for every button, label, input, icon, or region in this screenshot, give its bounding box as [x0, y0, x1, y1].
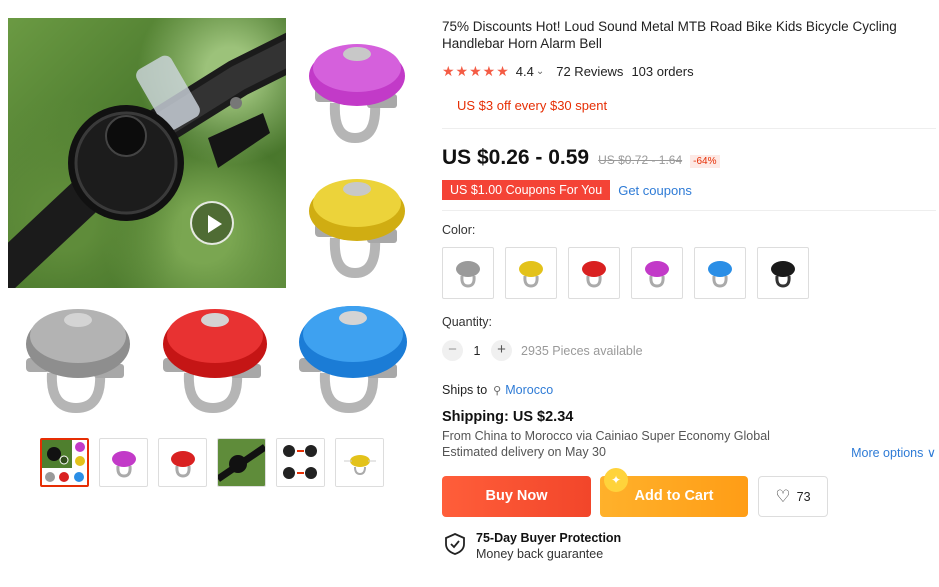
rating-value[interactable]: 4.4 [516, 64, 534, 79]
thumbnail-collage[interactable] [40, 438, 89, 487]
bell-purple-icon [645, 261, 669, 288]
quantity-increase-button[interactable]: + [491, 340, 512, 361]
thumb-red-icon [171, 451, 195, 478]
color-option-silver[interactable] [442, 247, 494, 299]
thumb-collage-icon [42, 440, 87, 485]
color-option-purple[interactable] [631, 247, 683, 299]
bell-blue-icon [299, 306, 407, 414]
thumb-gold-icon [336, 439, 383, 486]
reviews-link[interactable]: 72 Reviews [556, 64, 623, 79]
color-option-red[interactable] [568, 247, 620, 299]
quantity-stepper: − 1 + 2935 Pieces available [442, 340, 936, 361]
action-buttons: Buy Now ✦ Add to Cart ♡ 73 [442, 468, 936, 517]
quantity-label: Quantity: [442, 315, 493, 329]
store-promo[interactable]: US $3 off every $30 spent [457, 98, 936, 114]
color-label: Color: [442, 223, 476, 237]
divider [442, 128, 936, 129]
bell-gold-icon [309, 179, 405, 279]
product-title: 75% Discounts Hot! Loud Sound Metal MTB … [442, 19, 897, 51]
bell-gold-icon [519, 261, 543, 288]
color-swatches [442, 247, 936, 299]
coupon-row: US $1.00 Coupons For You Get coupons [442, 180, 936, 200]
ships-to-label: Ships to [442, 383, 488, 397]
gallery-bell-purple[interactable] [295, 28, 415, 148]
play-video-button[interactable] [190, 201, 234, 245]
bell-red-icon [582, 261, 606, 288]
rating-stars-icon: ★★★★★ [442, 62, 510, 79]
ships-to-row: Ships to ⚲ Morocco [442, 383, 936, 397]
thumbnail-purple[interactable] [99, 438, 148, 487]
coupon-tag[interactable]: US $1.00 Coupons For You [442, 180, 611, 200]
add-to-cart-label: Add to Cart [634, 488, 714, 504]
bell-purple-icon [309, 44, 405, 144]
color-option-blue[interactable] [694, 247, 746, 299]
coin-icon: ✦ [604, 468, 628, 492]
chevron-down-icon[interactable]: ⌄ [536, 66, 544, 77]
thumb-purple-icon [112, 451, 136, 478]
bell-red-icon [163, 309, 267, 414]
color-option-gold[interactable] [505, 247, 557, 299]
color-option-black[interactable] [757, 247, 809, 299]
location-pin-icon: ⚲ [493, 384, 502, 397]
shield-check-icon [445, 533, 465, 555]
gallery-bell-blue[interactable] [291, 298, 411, 418]
heart-icon: ♡ [775, 486, 791, 506]
thumbnail-lifestyle[interactable] [217, 438, 266, 487]
rating-row: ★★★★★ 4.4 ⌄ 72 Reviews 103 orders [442, 63, 936, 79]
gallery-bell-silver[interactable] [18, 298, 138, 418]
bell-blue-icon [708, 261, 732, 288]
shipping-cost: Shipping: US $2.34 [442, 409, 574, 425]
price-row: US $0.26 - 0.59 US $0.72 - 1.64 -64% [442, 146, 936, 170]
thumb-instructions-icon [277, 439, 324, 486]
quantity-input[interactable]: 1 [463, 344, 491, 358]
bell-silver-icon [26, 309, 130, 414]
discount-badge: -64% [690, 155, 720, 168]
current-price: US $0.26 - 0.59 [442, 146, 590, 169]
thumbnail-instructions[interactable] [276, 438, 325, 487]
protection-subtitle: Money back guarantee [476, 547, 604, 561]
more-shipping-options-link[interactable]: More options ∨ [851, 445, 936, 460]
bell-silver-icon [456, 261, 480, 288]
orders-count: 103 orders [631, 63, 694, 79]
buyer-protection: 75-Day Buyer Protection Money back guara… [442, 531, 936, 561]
thumbnail-gold-diagram[interactable] [335, 438, 384, 487]
gallery-bell-red[interactable] [155, 298, 275, 418]
thumb-lifestyle-icon [218, 439, 265, 486]
main-product-image[interactable] [8, 18, 286, 288]
bell-black-icon [771, 261, 795, 288]
original-price: US $0.72 - 1.64 [598, 153, 683, 167]
delivery-row: Estimated delivery on May 30 More option… [442, 445, 936, 460]
divider [442, 210, 936, 211]
bike-handlebar-illustration [8, 32, 286, 288]
gallery-bell-gold[interactable] [295, 163, 415, 283]
protection-title: 75-Day Buyer Protection [476, 531, 622, 545]
product-info: 75% Discounts Hot! Loud Sound Metal MTB … [442, 18, 936, 561]
wishlist-count: 73 [796, 489, 811, 504]
ship-country-selector[interactable]: Morocco [505, 383, 553, 397]
wishlist-button[interactable]: ♡ 73 [758, 476, 828, 517]
get-coupons-link[interactable]: Get coupons [618, 183, 692, 198]
quantity-decrease-button[interactable]: − [442, 340, 463, 361]
thumbnail-strip [40, 438, 384, 487]
add-to-cart-button[interactable]: ✦ Add to Cart [600, 468, 748, 517]
estimated-delivery: Estimated delivery on May 30 [442, 445, 606, 459]
thumbnail-red[interactable] [158, 438, 207, 487]
shipping-route: From China to Morocco via Cainiao Super … [442, 429, 770, 443]
stock-available: 2935 Pieces available [521, 343, 643, 358]
product-gallery [8, 18, 418, 488]
buy-now-button[interactable]: Buy Now [442, 476, 591, 517]
